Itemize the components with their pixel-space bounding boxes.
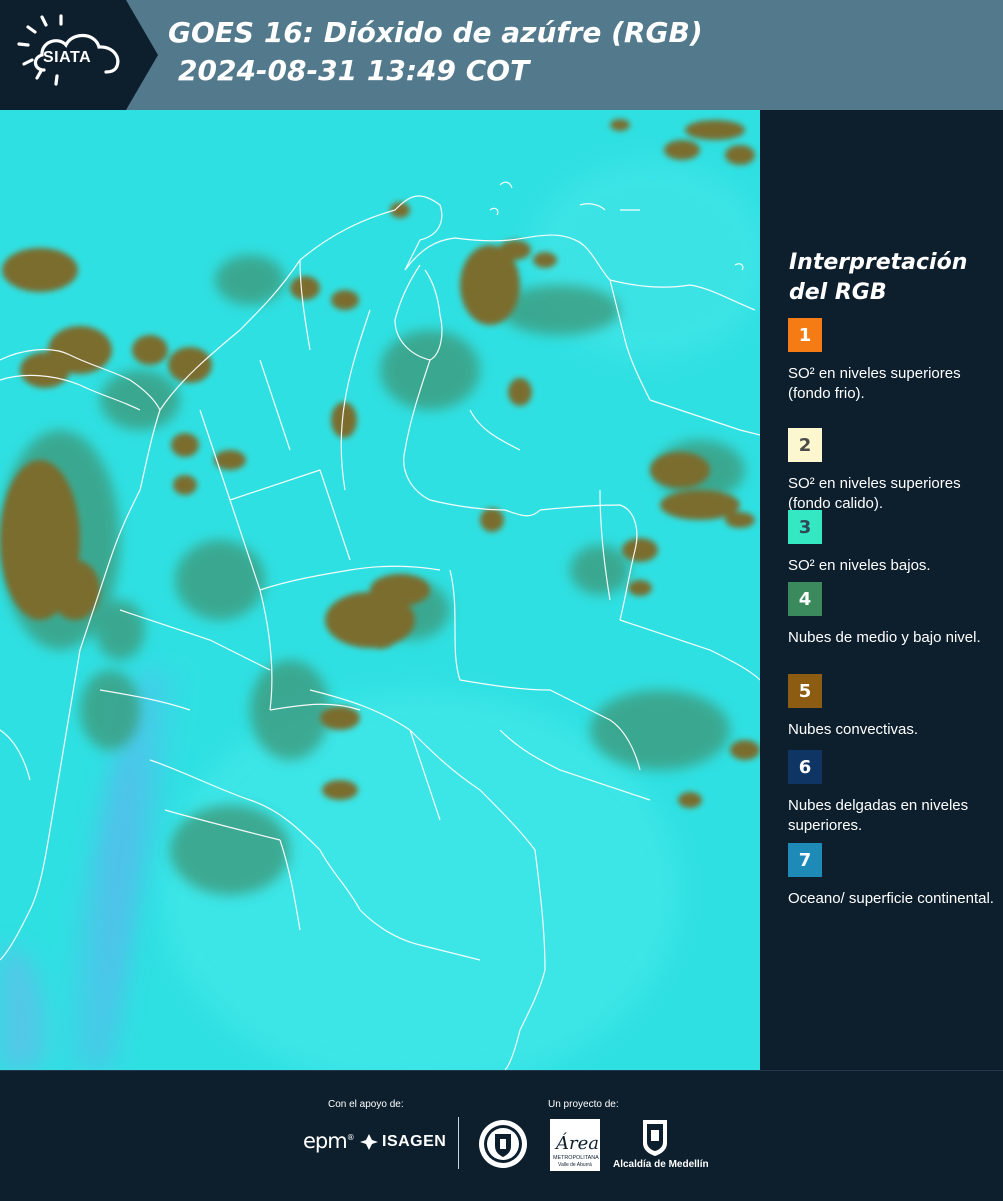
support-caption: Con el apoyo de: xyxy=(328,1099,404,1110)
legend-swatch: 1 xyxy=(788,318,822,352)
footer: Con el apoyo de: Un proyecto de: epm® IS… xyxy=(0,1070,1003,1201)
header: SIATA GOES 16: Dióxido de azúfre (RGB) 2… xyxy=(0,0,1003,110)
legend-label: SO² en niveles superiores (fondo calido)… xyxy=(788,475,961,512)
medellin-seal-icon xyxy=(479,1120,527,1168)
legend-swatch: 6 xyxy=(788,750,822,784)
legend-label: Oceano/ superficie continental. xyxy=(788,890,994,907)
rgb-legend: Interpretación del RGB 1 SO² en niveles s… xyxy=(760,110,1003,1070)
title-product: GOES 16: Dióxido de azúfre (RGB) xyxy=(168,16,703,49)
legend-label: Nubes convectivas. xyxy=(788,721,919,738)
metropolitana-main-text: Área xyxy=(554,1131,599,1154)
siata-logo-block: SIATA xyxy=(0,0,158,110)
footer-divider xyxy=(458,1117,459,1169)
project-caption: Un proyecto de: xyxy=(548,1099,619,1110)
metropolitana-sub-text: METROPOLITANA xyxy=(553,1155,599,1161)
legend-swatch: 7 xyxy=(788,843,822,877)
legend-title-line1: Interpretación xyxy=(789,250,968,275)
epm-logo-text: epm xyxy=(303,1129,348,1153)
legend-item-5: 5 Nubes convectivas. xyxy=(788,674,998,740)
area-metropolitana-logo: Área METROPOLITANA Valle de Aburrá xyxy=(550,1119,600,1171)
siata-logo-text: SIATA xyxy=(43,49,91,66)
legend-item-7: 7 Oceano/ superficie continental. xyxy=(788,843,998,909)
legend-item-1: 1 SO² en niveles superiores (fondo frio). xyxy=(788,318,998,404)
isagen-mark-icon xyxy=(360,1134,378,1150)
page-title: GOES 16: Dióxido de azúfre (RGB) 2024-08… xyxy=(168,14,703,90)
legend-label: Nubes de medio y bajo nivel. xyxy=(788,629,981,646)
legend-label: Nubes delgadas en niveles superiores. xyxy=(788,797,969,834)
legend-label: SO² en niveles bajos. xyxy=(788,557,931,574)
legend-label: SO² en niveles superiores (fondo frio). xyxy=(788,365,961,402)
epm-logo: epm® xyxy=(303,1129,355,1153)
isagen-logo-text: ISAGEN xyxy=(382,1133,447,1150)
legend-item-2: 2 SO² en niveles superiores (fondo calido… xyxy=(788,428,998,514)
legend-item-3: 3 SO² en niveles bajos. xyxy=(788,510,998,576)
medellin-shield-icon xyxy=(643,1120,667,1156)
legend-swatch: 4 xyxy=(788,582,822,616)
legend-title-line2: del RGB xyxy=(789,280,887,305)
legend-swatch: 2 xyxy=(788,428,822,462)
legend-item-6: 6 Nubes delgadas en niveles superiores. xyxy=(788,750,998,836)
satellite-map[interactable] xyxy=(0,110,760,1070)
isagen-logo: ISAGEN xyxy=(360,1133,446,1151)
legend-swatch: 5 xyxy=(788,674,822,708)
metropolitana-sub2-text: Valle de Aburrá xyxy=(558,1162,592,1168)
legend-title: Interpretación del RGB xyxy=(789,248,999,308)
satellite-image xyxy=(0,110,760,1070)
legend-item-4: 4 Nubes de medio y bajo nivel. xyxy=(788,582,998,648)
legend-swatch: 3 xyxy=(788,510,822,544)
alcaldia-text: Alcaldía de Medellín xyxy=(613,1159,709,1170)
title-timestamp: 2024-08-31 13:49 COT xyxy=(178,54,530,87)
